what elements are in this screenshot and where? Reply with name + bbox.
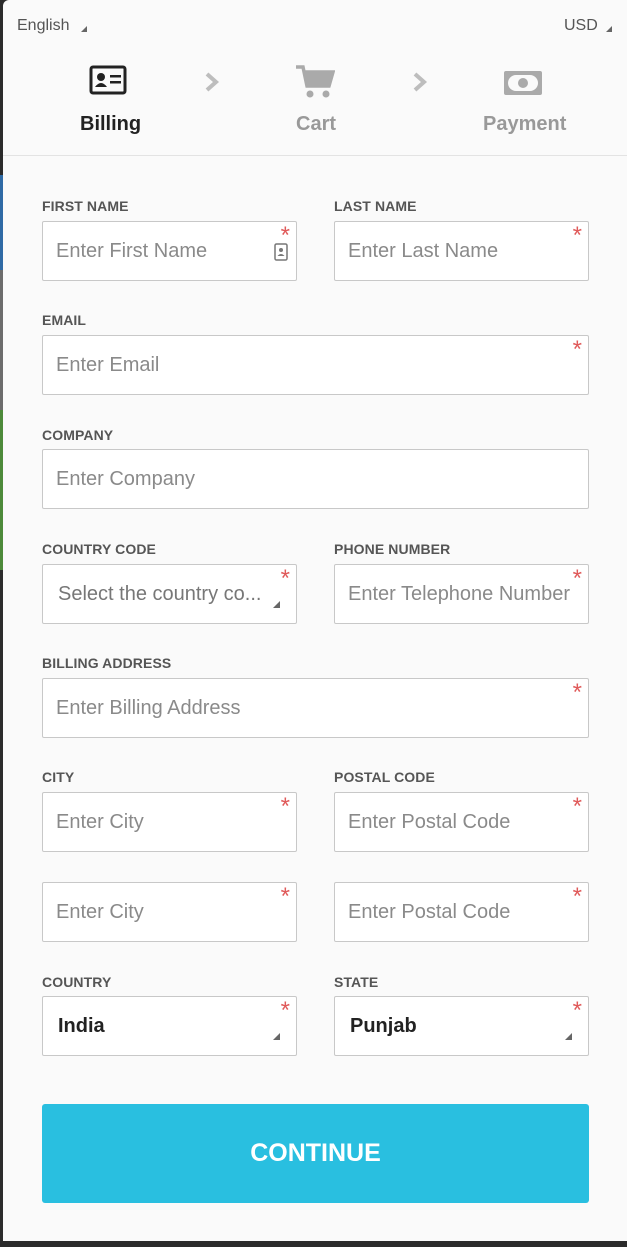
caret-down-icon: [565, 1033, 572, 1040]
postal-code-input[interactable]: [348, 793, 561, 851]
money-icon: [504, 71, 542, 95]
chevron-right-icon: [413, 72, 428, 92]
required-mark: *: [572, 883, 582, 910]
email-field[interactable]: *: [42, 335, 589, 395]
id-card-icon: [89, 65, 127, 95]
company-label: COMPANY: [42, 427, 114, 443]
email-label: EMAIL: [42, 312, 87, 328]
billing-address-input[interactable]: [56, 679, 561, 737]
country-select[interactable]: India *: [42, 996, 297, 1056]
email-input[interactable]: [56, 336, 561, 394]
step-label: Cart: [296, 113, 337, 135]
caret-down-icon: [273, 1033, 280, 1040]
first-name-field[interactable]: *: [42, 221, 297, 281]
country-code-select[interactable]: Select the country co... *: [42, 564, 297, 624]
country-value: India: [58, 1015, 105, 1037]
chevron-right-icon: [205, 72, 220, 92]
caret-down-icon: [81, 26, 87, 32]
country-code-label: COUNTRY CODE: [42, 541, 156, 557]
checkout-panel: English USD Billing Cart Payment FIRST N…: [3, 0, 627, 1241]
caret-down-icon: [273, 601, 280, 608]
postal-code-label: POSTAL CODE: [334, 769, 435, 785]
phone-number-label: PHONE NUMBER: [334, 541, 451, 557]
required-mark: *: [280, 997, 290, 1024]
currency-label: USD: [564, 17, 598, 34]
state-value: Punjab: [350, 1015, 417, 1037]
city-field-secondary[interactable]: *: [42, 882, 297, 942]
language-label: English: [17, 17, 70, 34]
postal-code-field-secondary[interactable]: *: [334, 882, 589, 942]
first-name-input[interactable]: [56, 222, 269, 280]
state-select[interactable]: Punjab *: [334, 996, 589, 1056]
last-name-input[interactable]: [348, 222, 561, 280]
required-mark: *: [280, 793, 290, 820]
last-name-field[interactable]: *: [334, 221, 589, 281]
required-mark: *: [572, 222, 582, 249]
required-mark: *: [572, 336, 582, 363]
first-name-label: FIRST NAME: [42, 198, 129, 214]
state-label: STATE: [334, 974, 379, 990]
company-field[interactable]: [42, 449, 589, 509]
city-input[interactable]: [56, 793, 269, 851]
last-name-label: LAST NAME: [334, 198, 417, 214]
caret-down-icon: [606, 26, 612, 32]
country-label: COUNTRY: [42, 974, 112, 990]
cart-icon: [296, 65, 335, 98]
continue-button[interactable]: CONTINUE: [42, 1104, 589, 1203]
postal-code-field[interactable]: *: [334, 792, 589, 852]
phone-number-field[interactable]: *: [334, 564, 589, 624]
billing-address-field[interactable]: *: [42, 678, 589, 738]
required-mark: *: [572, 997, 582, 1024]
required-mark: *: [572, 565, 582, 592]
step-label: Payment: [483, 113, 567, 135]
city-input-secondary[interactable]: [56, 883, 269, 941]
country-code-placeholder: Select the country co...: [58, 583, 262, 605]
checkout-steps: Billing Cart Payment: [3, 50, 627, 156]
required-mark: *: [572, 793, 582, 820]
topbar: English USD: [3, 0, 627, 50]
required-mark: *: [280, 883, 290, 910]
required-mark: *: [572, 679, 582, 706]
phone-number-input[interactable]: [348, 565, 585, 623]
postal-code-input-secondary[interactable]: [348, 883, 561, 941]
city-label: CITY: [42, 769, 75, 785]
company-input[interactable]: [56, 450, 561, 508]
required-mark: *: [280, 565, 290, 592]
city-field[interactable]: *: [42, 792, 297, 852]
contact-card-icon[interactable]: [274, 243, 288, 261]
step-label: Billing: [80, 113, 142, 135]
billing-address-label: BILLING ADDRESS: [42, 655, 172, 671]
